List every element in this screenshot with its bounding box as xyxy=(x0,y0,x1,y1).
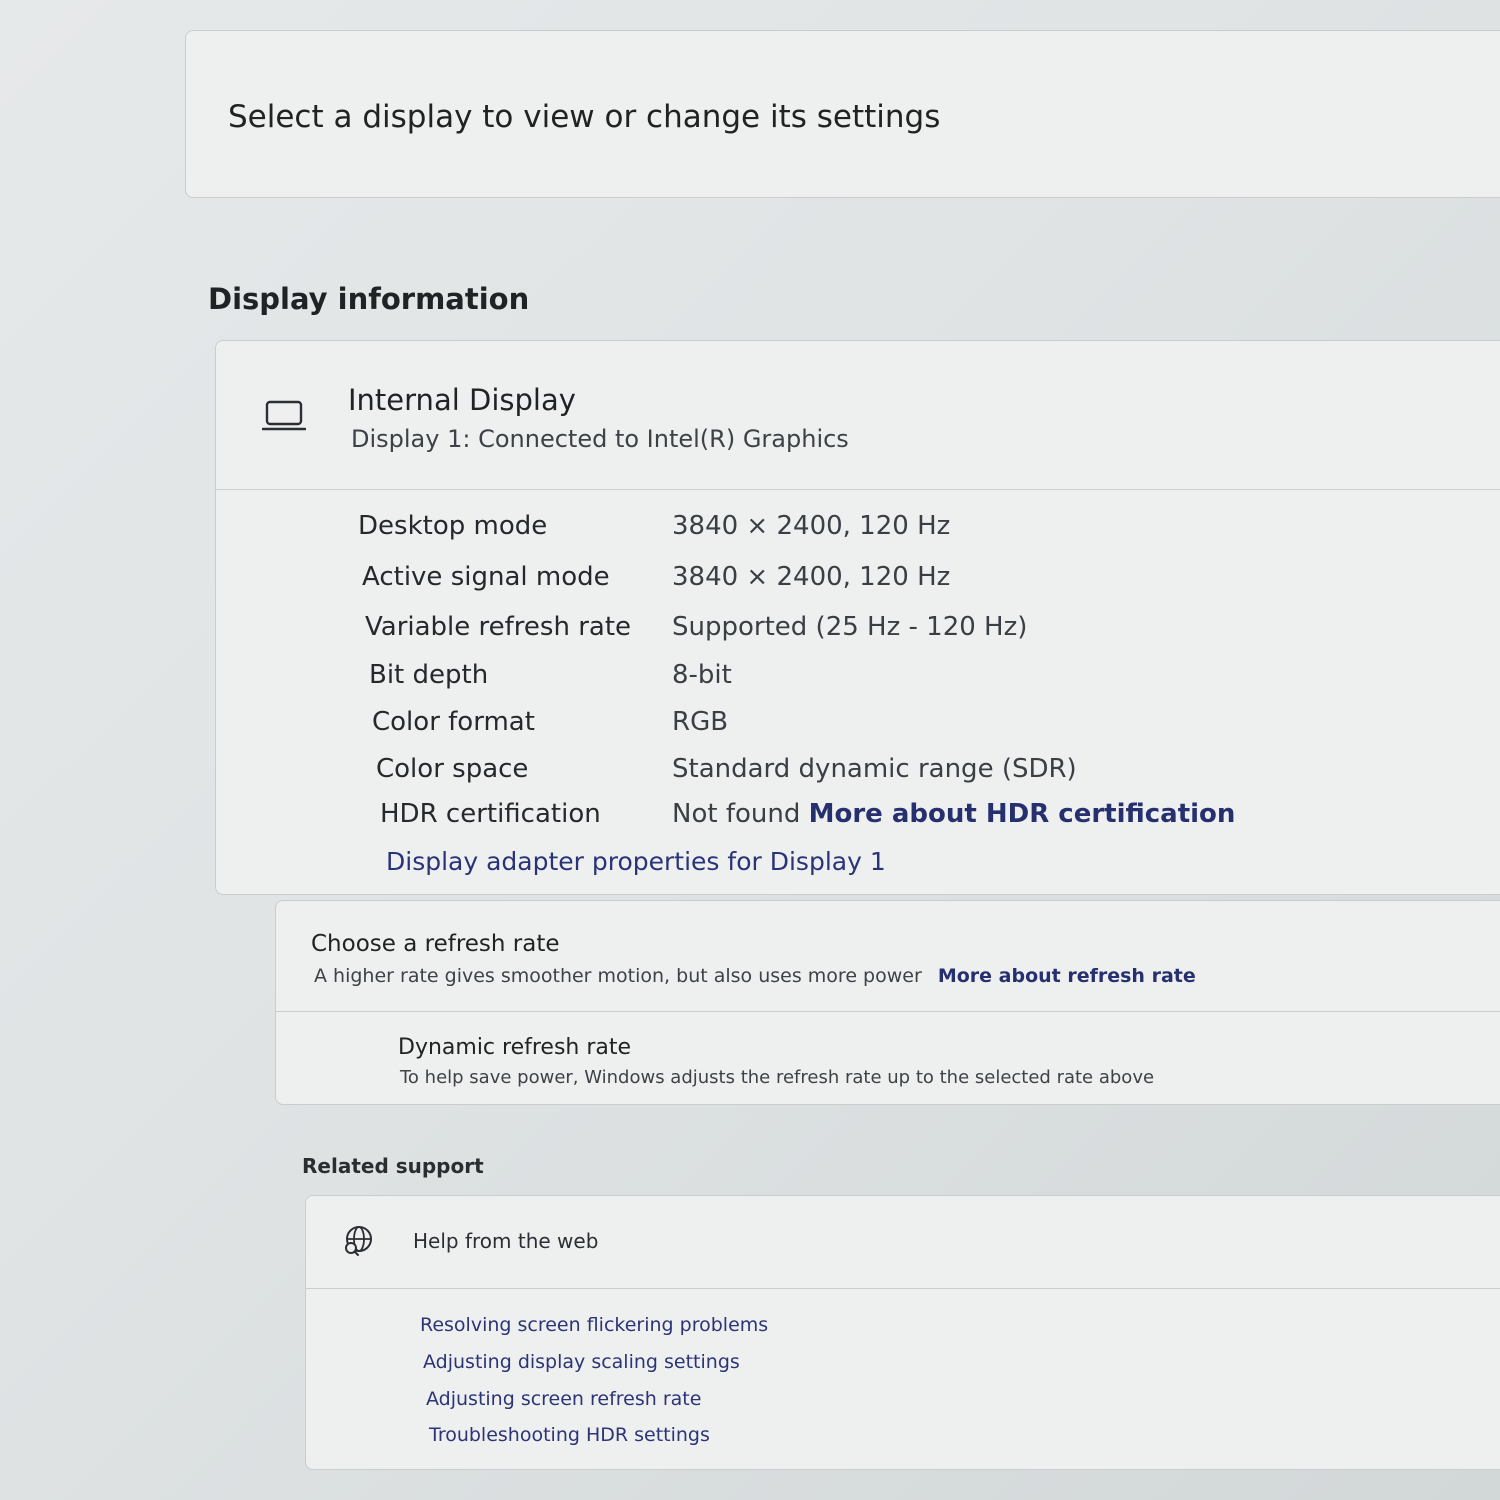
choose-refresh-rate-row[interactable]: Choose a refresh rate A higher rate give… xyxy=(276,901,1500,1012)
select-display-title: Select a display to view or change its s… xyxy=(228,99,941,135)
info-value: RGB xyxy=(672,707,729,737)
info-label: Color format xyxy=(372,707,535,737)
support-link-flickering[interactable]: Resolving screen flickering problems xyxy=(420,1314,768,1336)
support-link-scaling[interactable]: Adjusting display scaling settings xyxy=(423,1351,740,1373)
info-label: Variable refresh rate xyxy=(365,612,632,642)
refresh-rate-link[interactable]: More about refresh rate xyxy=(938,965,1196,987)
display-header[interactable]: Internal Display Display 1: Connected to… xyxy=(216,341,1500,490)
display-information-card: Internal Display Display 1: Connected to… xyxy=(215,340,1500,895)
refresh-rate-description: A higher rate gives smoother motion, but… xyxy=(314,965,928,987)
select-display-card[interactable]: Select a display to view or change its s… xyxy=(185,30,1500,198)
dynamic-refresh-rate-title: Dynamic refresh rate xyxy=(398,1035,632,1060)
info-value: 3840 × 2400, 120 Hz xyxy=(672,562,951,592)
display-settings-page: Select a display to view or change its s… xyxy=(0,0,1500,1500)
laptop-icon xyxy=(262,400,306,431)
display-adapter-properties-link[interactable]: Display adapter properties for Display 1 xyxy=(386,847,886,876)
hdr-certification-link[interactable]: More about HDR certification xyxy=(809,799,1236,829)
info-label: HDR certification xyxy=(380,799,601,829)
related-support-heading: Related support xyxy=(302,1154,484,1178)
display-name: Internal Display xyxy=(348,383,576,417)
info-value-hdr: Not found More about HDR certification xyxy=(672,799,1235,829)
refresh-rate-description-line: A higher rate gives smoother motion, but… xyxy=(314,965,1196,987)
info-label: Color space xyxy=(376,754,529,784)
related-support-card: Help from the web Resolving screen flick… xyxy=(305,1195,1500,1470)
refresh-rate-card: Choose a refresh rate A higher rate give… xyxy=(275,900,1500,1105)
dynamic-refresh-rate-description: To help save power, Windows adjusts the … xyxy=(400,1067,1155,1088)
globe-icon xyxy=(345,1226,372,1256)
support-link-hdr[interactable]: Troubleshooting HDR settings xyxy=(429,1424,710,1446)
help-from-web-title: Help from the web xyxy=(413,1229,599,1253)
help-from-web-header[interactable]: Help from the web xyxy=(306,1196,1500,1289)
info-value: 3840 × 2400, 120 Hz xyxy=(672,511,951,541)
info-label: Desktop mode xyxy=(358,511,548,541)
hdr-status: Not found xyxy=(672,799,809,829)
info-label: Bit depth xyxy=(369,660,489,690)
display-connection: Display 1: Connected to Intel(R) Graphic… xyxy=(351,425,849,453)
support-link-refresh-rate[interactable]: Adjusting screen refresh rate xyxy=(426,1388,701,1410)
info-value: Standard dynamic range (SDR) xyxy=(672,754,1077,784)
info-value: 8-bit xyxy=(672,660,732,690)
info-label: Active signal mode xyxy=(362,562,610,592)
display-information-heading: Display information xyxy=(208,282,530,316)
refresh-rate-title: Choose a refresh rate xyxy=(311,931,560,957)
info-value: Supported (25 Hz - 120 Hz) xyxy=(672,612,1028,642)
